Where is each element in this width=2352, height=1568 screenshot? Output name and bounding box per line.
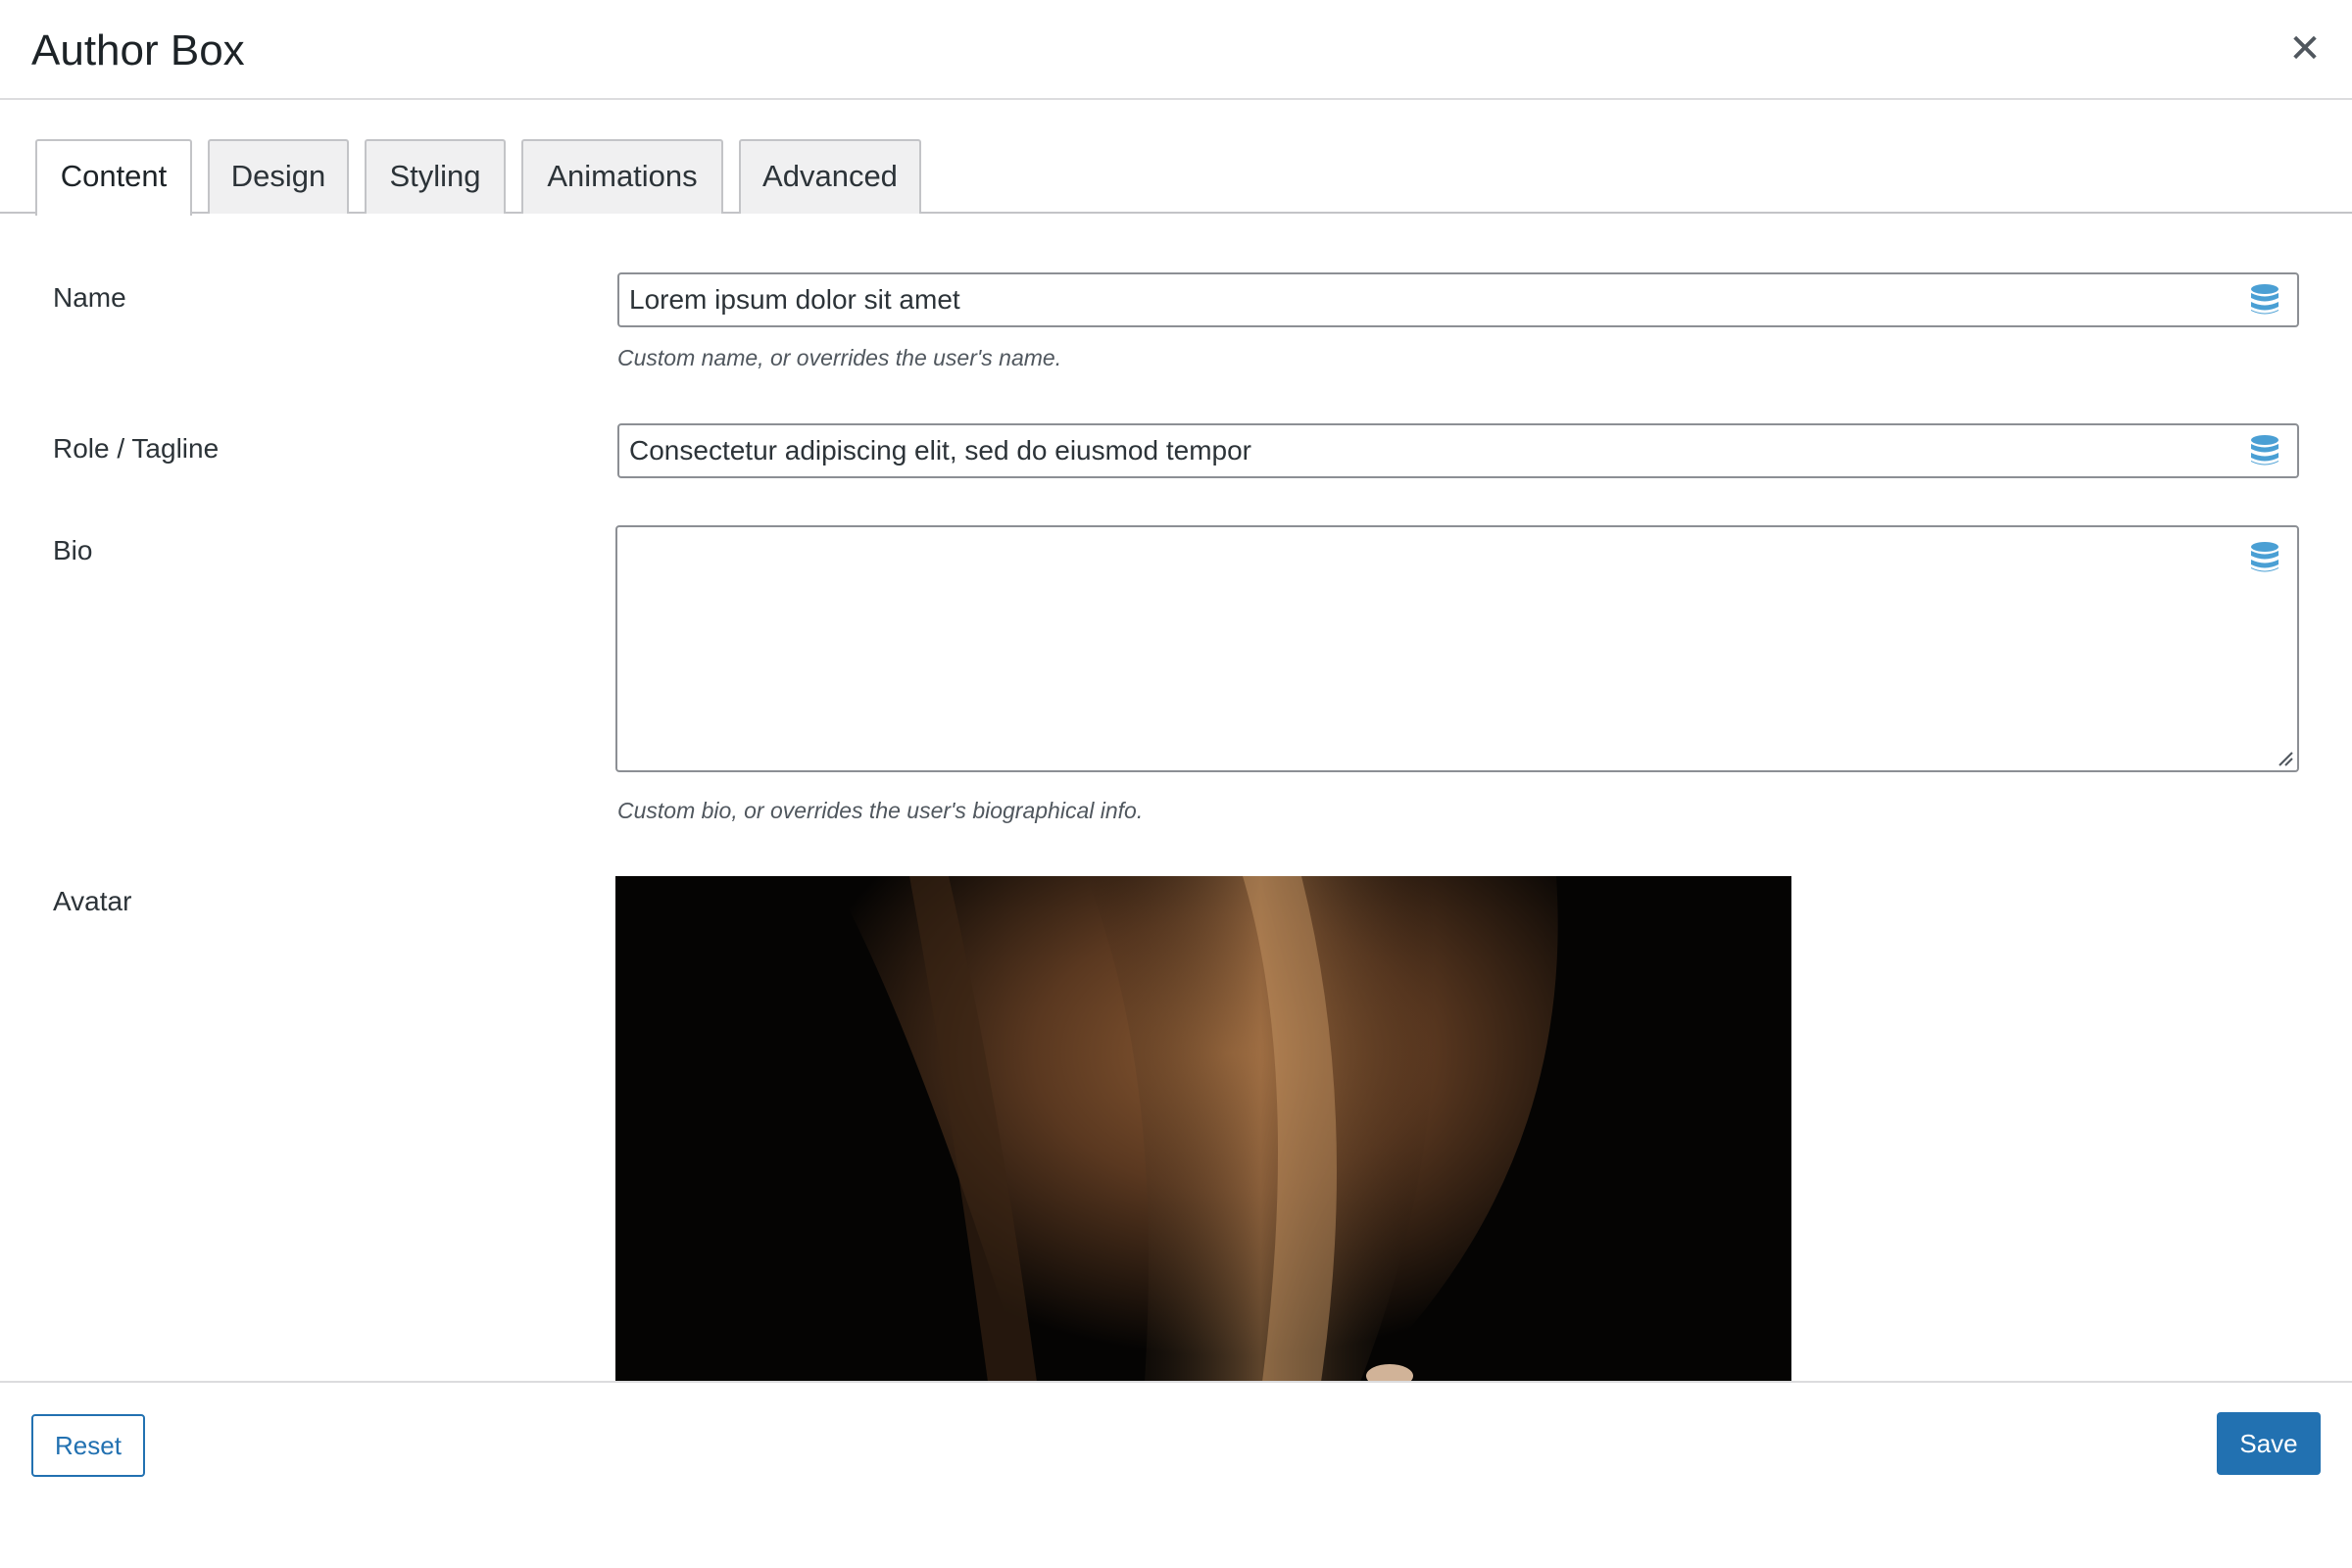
avatar-label: Avatar bbox=[53, 886, 132, 916]
tab-advanced[interactable]: Advanced bbox=[739, 139, 921, 214]
tab-design[interactable]: Design bbox=[208, 139, 349, 214]
author-box-dialog: Author Box ✕ Content Design Styling Anim… bbox=[0, 0, 2352, 1568]
avatar-image[interactable] bbox=[615, 876, 1791, 1382]
bio-value bbox=[617, 527, 2297, 547]
name-label: Name bbox=[53, 282, 126, 313]
dialog-header: Author Box ✕ bbox=[0, 0, 2352, 100]
tab-content[interactable]: Content bbox=[35, 139, 192, 216]
database-icon[interactable] bbox=[2250, 434, 2279, 467]
role-field[interactable]: Consectetur adipiscing elit, sed do eius… bbox=[617, 423, 2299, 478]
bio-hint: Custom bio, or overrides the user's biog… bbox=[617, 798, 1144, 823]
bio-label: Bio bbox=[53, 535, 93, 565]
dialog-title: Author Box bbox=[31, 26, 245, 74]
tab-animations[interactable]: Animations bbox=[521, 139, 723, 214]
save-button[interactable]: Save bbox=[2217, 1412, 2321, 1475]
bio-textarea[interactable] bbox=[615, 525, 2299, 772]
tab-styling[interactable]: Styling bbox=[365, 139, 506, 214]
name-field[interactable]: Lorem ipsum dolor sit amet bbox=[617, 272, 2299, 327]
avatar-photo bbox=[615, 876, 1791, 1382]
database-icon[interactable] bbox=[2250, 283, 2279, 317]
resize-handle-icon[interactable] bbox=[2278, 751, 2293, 766]
database-icon[interactable] bbox=[2250, 541, 2279, 574]
tab-bar: Content Design Styling Animations Advanc… bbox=[0, 139, 2352, 216]
reset-button[interactable]: Reset bbox=[31, 1414, 145, 1477]
close-icon[interactable]: ✕ bbox=[2285, 29, 2325, 69]
dialog-footer: Reset Save bbox=[0, 1381, 2352, 1568]
name-hint: Custom name, or overrides the user's nam… bbox=[617, 345, 1062, 370]
role-label: Role / Tagline bbox=[53, 433, 220, 464]
